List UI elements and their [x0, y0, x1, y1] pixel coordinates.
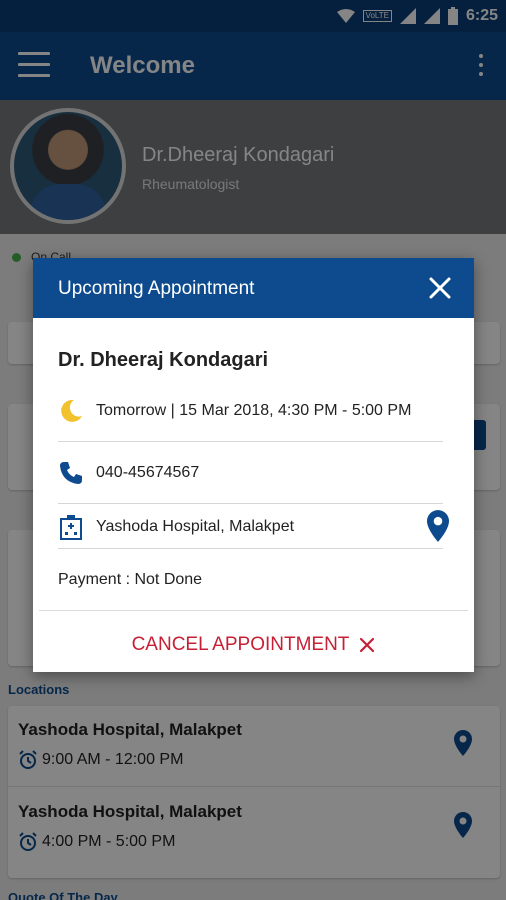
- cancel-x-icon: [360, 637, 375, 653]
- cancel-appointment-label: CANCEL APPOINTMENT: [131, 634, 350, 655]
- cancel-appointment-button[interactable]: CANCEL APPOINTMENT: [33, 628, 474, 662]
- hospital-name: Yashoda Hospital, Malakpet: [96, 518, 295, 535]
- appointment-datetime-row: Tomorrow | 15 Mar 2018, 4:30 PM - 5:00 P…: [58, 398, 443, 424]
- divider: [39, 610, 468, 611]
- phone-number: 040-45674567: [96, 464, 200, 481]
- payment-status: Payment : Not Done: [58, 571, 203, 588]
- divider: [58, 441, 443, 442]
- phone-row[interactable]: 040-45674567: [58, 460, 443, 486]
- dialog-header: Upcoming Appointment: [33, 258, 474, 318]
- hospital-icon: [58, 514, 84, 540]
- doctor-name: Dr. Dheeraj Kondagari: [58, 349, 269, 371]
- appointment-datetime: Tomorrow | 15 Mar 2018, 4:30 PM - 5:00 P…: [96, 402, 412, 419]
- upcoming-appointment-dialog: Upcoming Appointment Dr. Dheeraj Kondaga…: [33, 258, 474, 672]
- dialog-title: Upcoming Appointment: [58, 278, 255, 299]
- divider: [58, 503, 443, 504]
- close-icon[interactable]: [426, 274, 454, 302]
- moon-icon: [58, 398, 84, 424]
- location-pin-icon[interactable]: [427, 510, 449, 542]
- phone-icon: [58, 460, 84, 486]
- hospital-row: Yashoda Hospital, Malakpet: [58, 510, 449, 542]
- divider: [58, 548, 443, 549]
